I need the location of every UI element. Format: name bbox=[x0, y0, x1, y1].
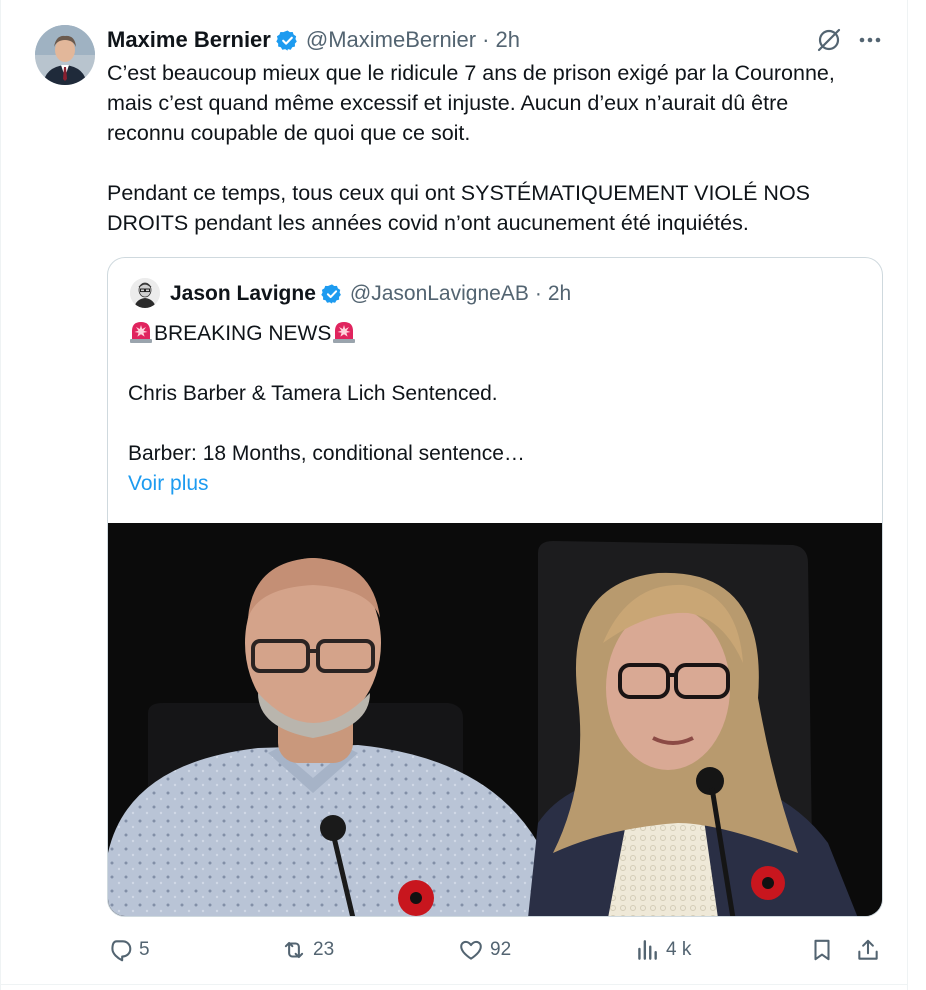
quoted-tweet[interactable]: Jason Lavigne @JasonLavigneAB · 2h BREAK… bbox=[107, 257, 883, 917]
quoted-author-name[interactable]: Jason Lavigne bbox=[170, 282, 316, 306]
breaking-news-line: BREAKING NEWS bbox=[128, 318, 868, 349]
quoted-text-line: Barber: 18 Months, conditional sentence… bbox=[128, 442, 525, 465]
quoted-tweet-media[interactable] bbox=[108, 523, 882, 916]
reply-button[interactable]: 5 bbox=[107, 930, 150, 970]
quoted-tweet-text: BREAKING NEWS Chris Barber & Tamera Lich… bbox=[128, 318, 868, 499]
show-more-link[interactable]: Voir plus bbox=[128, 472, 209, 495]
divider bbox=[0, 984, 908, 985]
reply-icon bbox=[111, 940, 132, 962]
more-icon[interactable] bbox=[856, 28, 884, 52]
retweet-button[interactable]: 23 bbox=[281, 930, 334, 970]
author-avatar[interactable] bbox=[35, 25, 95, 85]
tweet-text-line: reconnu coupable de quoi que ce soit. bbox=[107, 121, 471, 145]
views-count: 4 k bbox=[666, 939, 692, 960]
separator-dot: · bbox=[482, 27, 490, 52]
quoted-author-handle[interactable]: @JasonLavigneAB bbox=[350, 282, 529, 306]
author-handle[interactable]: @MaximeBernier bbox=[306, 26, 476, 54]
reply-count: 5 bbox=[139, 939, 150, 960]
tweet-text-line: Pendant ce temps, tous ceux qui ont SYST… bbox=[107, 181, 811, 205]
like-icon bbox=[460, 940, 482, 960]
views-button[interactable]: 4 k bbox=[634, 930, 691, 970]
quoted-tweet-header: Jason Lavigne @JasonLavigneAB · 2h bbox=[170, 280, 571, 308]
tweet-text-line: DROITS pendant les années covid n’ont au… bbox=[107, 211, 749, 235]
author-name[interactable]: Maxime Bernier bbox=[107, 26, 271, 54]
retweet-icon bbox=[284, 941, 304, 959]
tweet-header: Maxime Bernier @MaximeBernier · 2h bbox=[107, 26, 520, 54]
quoted-text-line: Chris Barber & Tamera Lich Sentenced. bbox=[128, 382, 498, 405]
share-icon bbox=[858, 939, 878, 960]
tweet-actions: 5 23 92 4 k bbox=[107, 930, 887, 970]
grok-icon[interactable] bbox=[816, 27, 842, 53]
share-button[interactable] bbox=[855, 930, 887, 970]
retweet-count: 23 bbox=[313, 939, 335, 960]
siren-icon bbox=[331, 318, 357, 344]
like-count: 92 bbox=[490, 939, 512, 960]
verified-badge-icon[interactable] bbox=[321, 283, 343, 305]
like-button[interactable]: 92 bbox=[458, 930, 511, 970]
siren-icon bbox=[128, 318, 154, 344]
tweet-time[interactable]: 2h bbox=[495, 26, 519, 54]
quoted-tweet-time[interactable]: 2h bbox=[548, 282, 571, 306]
verified-badge-icon[interactable] bbox=[276, 29, 299, 52]
tweet-text-line: mais c’est quand même excessif et injust… bbox=[107, 91, 789, 115]
tweet-text: C’est beaucoup mieux que le ridicule 7 a… bbox=[107, 58, 897, 238]
quoted-author-avatar[interactable] bbox=[130, 278, 160, 308]
breaking-news-text: BREAKING NEWS bbox=[154, 322, 332, 345]
bookmark-icon bbox=[814, 939, 830, 961]
separator-dot: · bbox=[534, 282, 542, 305]
bookmark-button[interactable] bbox=[809, 930, 841, 970]
views-icon bbox=[638, 940, 657, 960]
tweet-text-line: C’est beaucoup mieux que le ridicule 7 a… bbox=[107, 61, 835, 85]
